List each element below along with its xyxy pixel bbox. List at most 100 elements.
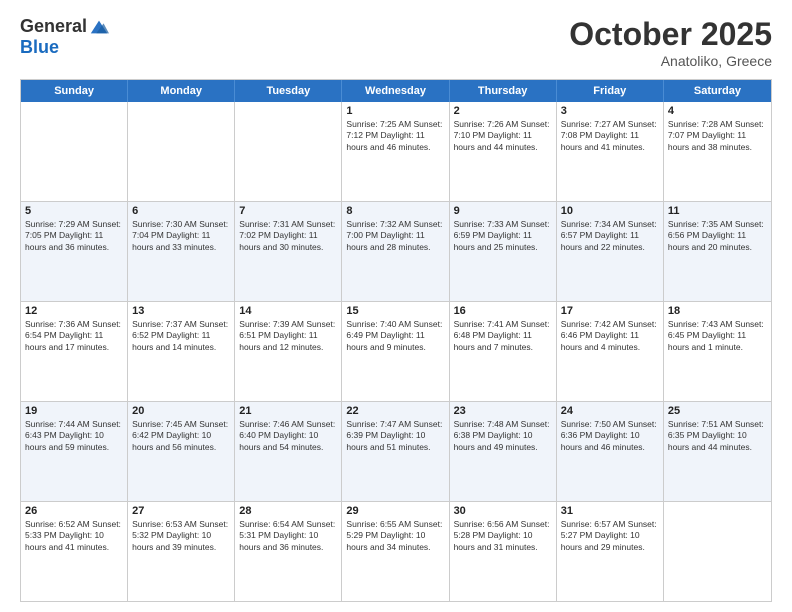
cell-info: Sunrise: 7:51 AM Sunset: 6:35 PM Dayligh… [668,419,767,453]
header-day-sunday: Sunday [21,80,128,102]
calendar-cell: 9 Sunrise: 7:33 AM Sunset: 6:59 PM Daylig… [450,202,557,301]
calendar-cell: 14Sunrise: 7:39 AM Sunset: 6:51 PM Dayli… [235,302,342,401]
location: Anatoliko, Greece [569,53,772,69]
day-number: 21 [239,405,337,417]
day-number: 16 [454,305,552,317]
calendar-cell: 23Sunrise: 7:48 AM Sunset: 6:38 PM Dayli… [450,402,557,501]
day-number: 18 [668,305,767,317]
calendar-cell: 13 Sunrise: 7:37 AM Sunset: 6:52 PM Dayli… [128,302,235,401]
cell-info: Sunrise: 7:46 AM Sunset: 6:40 PM Dayligh… [239,419,337,453]
cell-info: Sunrise: 7:44 AM Sunset: 6:43 PM Dayligh… [25,419,123,453]
cell-info: Sunrise: 7:25 AM Sunset: 7:12 PM Dayligh… [346,119,444,153]
calendar-cell [21,102,128,201]
logo-blue: Blue [20,37,59,58]
calendar-cell: 26Sunrise: 6:52 AM Sunset: 5:33 PM Dayli… [21,502,128,601]
header-day-thursday: Thursday [450,80,557,102]
day-number: 30 [454,505,552,517]
day-number: 24 [561,405,659,417]
day-number: 1 [346,105,444,117]
calendar-cell [664,502,771,601]
logo: General Blue [20,16,109,58]
cell-info: Sunrise: 7:47 AM Sunset: 6:39 PM Dayligh… [346,419,444,453]
cell-info: Sunrise: 6:56 AM Sunset: 5:28 PM Dayligh… [454,519,552,553]
title-section: October 2025 Anatoliko, Greece [569,16,772,69]
day-number: 9 [454,205,552,217]
cell-info: Sunrise: 7:32 AM Sunset: 7:00 PM Dayligh… [346,219,444,253]
cell-info: Sunrise: 7:28 AM Sunset: 7:07 PM Dayligh… [668,119,767,153]
cell-info: Sunrise: 7:41 AM Sunset: 6:48 PM Dayligh… [454,319,552,353]
calendar-week-1: 1 Sunrise: 7:25 AM Sunset: 7:12 PM Daylig… [21,102,771,202]
calendar-body: 1 Sunrise: 7:25 AM Sunset: 7:12 PM Daylig… [21,102,771,601]
cell-info: Sunrise: 7:50 AM Sunset: 6:36 PM Dayligh… [561,419,659,453]
day-number: 27 [132,505,230,517]
calendar-cell: 30 Sunrise: 6:56 AM Sunset: 5:28 PM Dayli… [450,502,557,601]
cell-info: Sunrise: 7:26 AM Sunset: 7:10 PM Dayligh… [454,119,552,153]
cell-info: Sunrise: 6:57 AM Sunset: 5:27 PM Dayligh… [561,519,659,553]
calendar-cell: 31 Sunrise: 6:57 AM Sunset: 5:27 PM Dayli… [557,502,664,601]
header-day-friday: Friday [557,80,664,102]
calendar-cell [235,102,342,201]
day-number: 31 [561,505,659,517]
day-number: 22 [346,405,444,417]
calendar-cell: 3Sunrise: 7:27 AM Sunset: 7:08 PM Daylig… [557,102,664,201]
day-number: 2 [454,105,552,117]
calendar-cell: 7Sunrise: 7:31 AM Sunset: 7:02 PM Daylig… [235,202,342,301]
calendar-cell: 2 Sunrise: 7:26 AM Sunset: 7:10 PM Daylig… [450,102,557,201]
day-number: 19 [25,405,123,417]
calendar-week-5: 26Sunrise: 6:52 AM Sunset: 5:33 PM Dayli… [21,502,771,601]
logo-general: General [20,16,87,37]
cell-info: Sunrise: 7:33 AM Sunset: 6:59 PM Dayligh… [454,219,552,253]
calendar-cell: 1 Sunrise: 7:25 AM Sunset: 7:12 PM Daylig… [342,102,449,201]
cell-info: Sunrise: 7:37 AM Sunset: 6:52 PM Dayligh… [132,319,230,353]
cell-info: Sunrise: 6:55 AM Sunset: 5:29 PM Dayligh… [346,519,444,553]
cell-info: Sunrise: 7:36 AM Sunset: 6:54 PM Dayligh… [25,319,123,353]
calendar-cell: 22 Sunrise: 7:47 AM Sunset: 6:39 PM Dayli… [342,402,449,501]
day-number: 25 [668,405,767,417]
page: General Blue October 2025 Anatoliko, Gre… [0,0,792,612]
cell-info: Sunrise: 7:27 AM Sunset: 7:08 PM Dayligh… [561,119,659,153]
day-number: 5 [25,205,123,217]
cell-info: Sunrise: 7:30 AM Sunset: 7:04 PM Dayligh… [132,219,230,253]
calendar-cell: 18 Sunrise: 7:43 AM Sunset: 6:45 PM Dayli… [664,302,771,401]
day-number: 7 [239,205,337,217]
calendar-cell: 11 Sunrise: 7:35 AM Sunset: 6:56 PM Dayli… [664,202,771,301]
calendar-cell: 20 Sunrise: 7:45 AM Sunset: 6:42 PM Dayli… [128,402,235,501]
cell-info: Sunrise: 7:42 AM Sunset: 6:46 PM Dayligh… [561,319,659,353]
cell-info: Sunrise: 6:54 AM Sunset: 5:31 PM Dayligh… [239,519,337,553]
header-day-wednesday: Wednesday [342,80,449,102]
calendar-cell: 16 Sunrise: 7:41 AM Sunset: 6:48 PM Dayli… [450,302,557,401]
header-day-saturday: Saturday [664,80,771,102]
calendar-week-2: 5 Sunrise: 7:29 AM Sunset: 7:05 PM Daylig… [21,202,771,302]
cell-info: Sunrise: 6:53 AM Sunset: 5:32 PM Dayligh… [132,519,230,553]
calendar-cell: 27 Sunrise: 6:53 AM Sunset: 5:32 PM Dayli… [128,502,235,601]
header: General Blue October 2025 Anatoliko, Gre… [20,16,772,69]
header-day-tuesday: Tuesday [235,80,342,102]
day-number: 11 [668,205,767,217]
day-number: 20 [132,405,230,417]
calendar-cell: 10Sunrise: 7:34 AM Sunset: 6:57 PM Dayli… [557,202,664,301]
calendar-cell: 17 Sunrise: 7:42 AM Sunset: 6:46 PM Dayli… [557,302,664,401]
day-number: 29 [346,505,444,517]
calendar: SundayMondayTuesdayWednesdayThursdayFrid… [20,79,772,602]
day-number: 4 [668,105,767,117]
calendar-cell [128,102,235,201]
day-number: 15 [346,305,444,317]
header-day-monday: Monday [128,80,235,102]
calendar-cell: 28Sunrise: 6:54 AM Sunset: 5:31 PM Dayli… [235,502,342,601]
day-number: 23 [454,405,552,417]
calendar-header: SundayMondayTuesdayWednesdayThursdayFrid… [21,80,771,102]
calendar-cell: 4 Sunrise: 7:28 AM Sunset: 7:07 PM Daylig… [664,102,771,201]
cell-info: Sunrise: 7:43 AM Sunset: 6:45 PM Dayligh… [668,319,767,353]
logo-icon [89,17,109,37]
cell-info: Sunrise: 7:39 AM Sunset: 6:51 PM Dayligh… [239,319,337,353]
calendar-cell: 21 Sunrise: 7:46 AM Sunset: 6:40 PM Dayli… [235,402,342,501]
day-number: 6 [132,205,230,217]
calendar-cell: 24 Sunrise: 7:50 AM Sunset: 6:36 PM Dayli… [557,402,664,501]
day-number: 17 [561,305,659,317]
cell-info: Sunrise: 7:29 AM Sunset: 7:05 PM Dayligh… [25,219,123,253]
cell-info: Sunrise: 7:45 AM Sunset: 6:42 PM Dayligh… [132,419,230,453]
day-number: 13 [132,305,230,317]
cell-info: Sunrise: 7:40 AM Sunset: 6:49 PM Dayligh… [346,319,444,353]
calendar-cell: 6 Sunrise: 7:30 AM Sunset: 7:04 PM Daylig… [128,202,235,301]
cell-info: Sunrise: 7:35 AM Sunset: 6:56 PM Dayligh… [668,219,767,253]
